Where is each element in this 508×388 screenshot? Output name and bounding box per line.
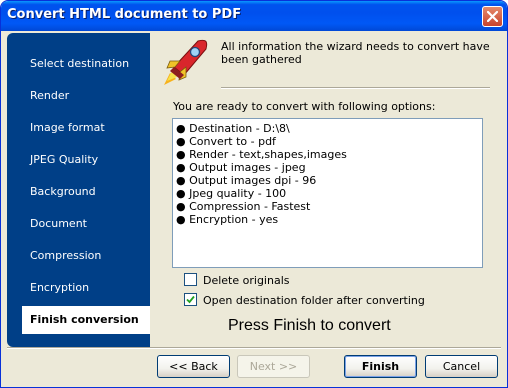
options-summary-box[interactable]: ● Destination - D:\8\ ● Convert to - pdf… [172,118,483,268]
sidebar-item-finish-conversion[interactable]: Finish conversion [22,306,150,334]
option-line: ● Jpeg quality - 100 [176,187,287,200]
option-line: ● Compression - Fastest [176,200,311,213]
option-line: ● Convert to - pdf [176,135,276,148]
finish-button[interactable]: Finish [344,355,417,378]
window-title: Convert HTML document to PDF [7,7,242,22]
press-finish-text: Press Finish to convert [228,317,391,334]
open-folder-row[interactable]: Open destination folder after converting [184,293,425,307]
wizard-steps-sidebar: Select destination Render Image format J… [7,33,150,347]
next-button[interactable]: Next >> [237,355,310,378]
option-line: ● Render - text,shapes,images [176,148,347,161]
wizard-window: Convert HTML document to PDF Select dest… [0,0,508,388]
sidebar-item-encryption[interactable]: Encryption [7,274,150,302]
ready-label: You are ready to convert with following … [173,100,436,113]
wizard-content: All information the wizard needs to conv… [150,33,500,347]
sidebar-item-document[interactable]: Document [7,210,150,238]
checkmark-icon [186,295,195,304]
option-line: ● Encryption - yes [176,213,279,226]
sidebar-item-compression[interactable]: Compression [7,242,150,270]
close-icon [487,11,498,22]
rocket-icon [164,39,208,85]
sidebar-item-background[interactable]: Background [7,178,150,206]
option-line: ● Destination - D:\8\ [176,122,290,135]
cancel-button[interactable]: Cancel [425,355,498,378]
option-line: ● Output images - jpeg [176,161,306,174]
sidebar-item-render[interactable]: Render [7,82,150,110]
close-button[interactable] [482,6,503,27]
open-folder-label: Open destination folder after converting [203,294,425,307]
delete-originals-row[interactable]: Delete originals [184,273,290,287]
info-text: All information the wizard needs to conv… [221,40,490,66]
back-button[interactable]: << Back [157,355,230,378]
title-bar: Convert HTML document to PDF [1,1,507,31]
delete-originals-checkbox[interactable] [184,273,197,286]
option-line: ● Output images dpi - 96 [176,174,317,187]
button-separator [7,347,501,349]
divider [221,87,490,89]
delete-originals-label: Delete originals [203,274,290,287]
sidebar-item-select-destination[interactable]: Select destination [7,50,150,78]
open-folder-checkbox[interactable] [184,293,197,306]
sidebar-item-jpeg-quality[interactable]: JPEG Quality [7,146,150,174]
sidebar-item-image-format[interactable]: Image format [7,114,150,142]
